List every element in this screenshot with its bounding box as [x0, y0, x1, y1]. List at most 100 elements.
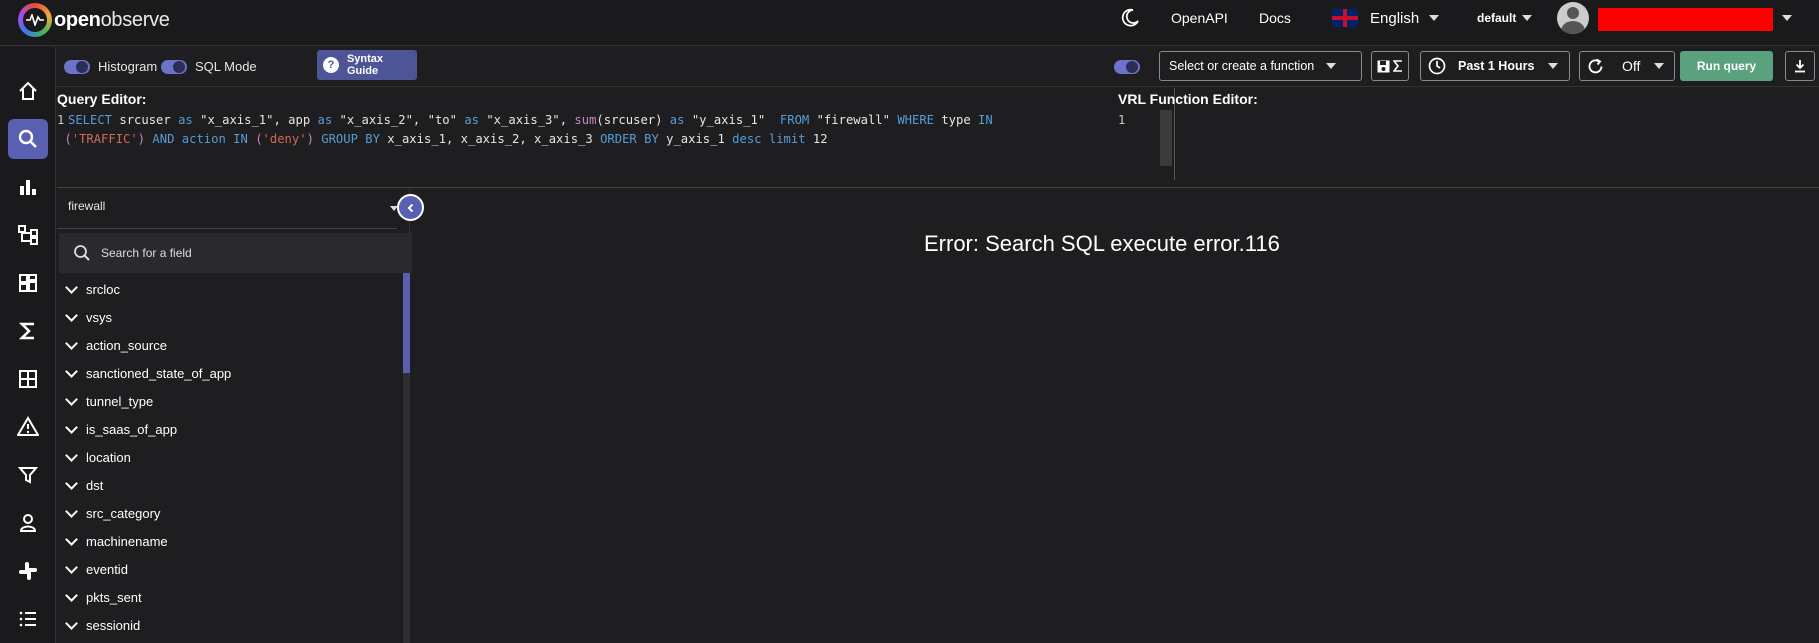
refresh-icon	[1588, 58, 1603, 73]
query-editor[interactable]: 1 SELECT srcuser as "x_axis_1", app as "x…	[57, 111, 1117, 149]
field-item[interactable]: tunnel_type	[57, 387, 402, 415]
line-number: 1	[57, 113, 65, 127]
sidebar-nav	[0, 47, 56, 643]
download-button[interactable]	[1785, 51, 1815, 81]
home-icon	[19, 81, 37, 100]
help-icon: ?	[323, 57, 339, 73]
user-avatar[interactable]	[1557, 2, 1589, 34]
field-name: src_category	[86, 505, 161, 521]
save-function-button[interactable]	[1371, 51, 1409, 81]
sidebar-item-streams[interactable]	[8, 359, 48, 399]
syntax-guide-label: Syntax Guide	[346, 53, 384, 77]
stream-name: firewall	[68, 199, 106, 213]
vrl-function-editor[interactable]: 1	[1118, 111, 1808, 130]
function-select[interactable]: Select or create a function	[1159, 51, 1362, 81]
openobserve-logo[interactable]: openobserve	[18, 3, 170, 37]
openapi-link[interactable]: OpenAPI	[1171, 0, 1228, 36]
chevron-down-icon	[65, 392, 78, 406]
logo-text: openobserve	[54, 8, 170, 31]
field-item[interactable]: machinename	[57, 527, 402, 555]
user-menu-button[interactable]	[1782, 0, 1792, 36]
sidebar-item-functions[interactable]	[8, 311, 48, 351]
syntax-guide-button[interactable]: ? Syntax Guide	[317, 50, 417, 80]
query-editor-title: Query Editor:	[57, 91, 147, 107]
function-editor-toggle[interactable]	[1114, 60, 1140, 74]
chevron-down-icon	[65, 364, 78, 378]
sigma-icon	[18, 322, 34, 340]
tree-structure-icon	[18, 225, 38, 245]
chevron-down-icon	[1654, 63, 1665, 69]
table-grid-icon	[19, 370, 37, 388]
histogram-toggle[interactable]	[64, 60, 90, 74]
clock-icon	[1428, 57, 1446, 75]
field-search-input[interactable]: Search for a field	[59, 233, 412, 273]
sidebar-item-dashboards[interactable]	[8, 263, 48, 303]
field-item[interactable]: pkts_sent	[57, 583, 402, 611]
sidebar-item-alerts[interactable]	[8, 407, 48, 447]
moon-icon	[1121, 8, 1139, 27]
chevron-down-icon	[65, 308, 78, 322]
field-name: is_saas_of_app	[86, 421, 178, 437]
sigma-icon	[1393, 60, 1402, 72]
auto-refresh-select[interactable]: Off	[1579, 51, 1675, 81]
field-item[interactable]: sessionid	[57, 611, 402, 639]
bar-chart-icon	[20, 180, 36, 195]
sidebar-item-traces[interactable]	[8, 215, 48, 255]
search-icon	[18, 129, 37, 148]
field-search-placeholder: Search for a field	[101, 246, 192, 260]
chevron-down-icon	[1326, 63, 1337, 69]
warning-icon	[17, 416, 39, 436]
histogram-label: Histogram	[98, 59, 158, 74]
top-header: openobserve OpenAPI Docs English default	[0, 0, 1819, 46]
field-name: tunnel_type	[86, 393, 154, 409]
stream-select[interactable]: firewall	[57, 189, 398, 229]
language-selector[interactable]: English	[1332, 0, 1440, 36]
refresh-label: Off	[1622, 58, 1641, 74]
sidebar-item-menu[interactable]	[8, 599, 48, 639]
vrl-editor-title: VRL Function Editor:	[1118, 91, 1258, 107]
chevron-down-icon	[1782, 15, 1792, 21]
field-item[interactable]: srcloc	[57, 275, 402, 303]
chevron-down-icon	[65, 420, 78, 434]
field-item[interactable]: vsys	[57, 303, 402, 331]
field-item[interactable]: eventid	[57, 555, 402, 583]
language-label: English	[1370, 9, 1420, 27]
sidebar-item-home[interactable]	[8, 71, 48, 111]
sidebar-item-metrics[interactable]	[8, 167, 48, 207]
uk-flag-icon	[1332, 9, 1358, 27]
field-item[interactable]: action_source	[57, 331, 402, 359]
filter-icon	[18, 467, 38, 484]
field-name: machinename	[86, 533, 168, 549]
scrollbar-thumb[interactable]	[403, 273, 410, 373]
collapse-panel-button[interactable]	[397, 194, 424, 221]
sidebar-item-iam[interactable]	[8, 503, 48, 543]
docs-link[interactable]: Docs	[1259, 0, 1291, 36]
sidebar-item-logs[interactable]	[8, 119, 48, 159]
chevron-down-icon	[65, 588, 78, 602]
sidebar-item-pipelines[interactable]	[8, 455, 48, 495]
sql-mode-label: SQL Mode	[195, 59, 257, 74]
chevron-down-icon	[65, 448, 78, 462]
date-time-picker[interactable]: Past 1 Hours	[1420, 51, 1570, 81]
field-list-scrollbar[interactable]	[403, 273, 410, 643]
org-selector[interactable]: default	[1477, 0, 1533, 36]
run-query-button[interactable]: Run query	[1680, 51, 1773, 81]
chevron-down-icon	[65, 504, 78, 518]
field-item[interactable]: is_saas_of_app	[57, 415, 402, 443]
redacted-username	[1598, 8, 1773, 31]
chevron-down-icon	[65, 280, 78, 294]
field-name: vsys	[86, 309, 112, 325]
field-list-panel: firewall Search for a field srcloc vsys ac…	[57, 189, 424, 643]
sidebar-item-slack[interactable]	[8, 551, 48, 591]
slack-icon	[19, 562, 37, 580]
theme-toggle-button[interactable]	[1120, 0, 1140, 36]
field-name: srcloc	[86, 281, 120, 297]
field-item[interactable]: location	[57, 443, 402, 471]
chevron-down-icon	[1522, 15, 1533, 21]
field-item[interactable]: sanctioned_state_of_app	[57, 359, 402, 387]
sql-mode-toggle[interactable]	[161, 60, 187, 74]
field-item[interactable]: dst	[57, 471, 402, 499]
search-toolbar: Histogram SQL Mode ? Syntax Guide Select…	[57, 47, 1819, 87]
field-item[interactable]: src_category	[57, 499, 402, 527]
logo-mark-icon	[18, 3, 52, 37]
